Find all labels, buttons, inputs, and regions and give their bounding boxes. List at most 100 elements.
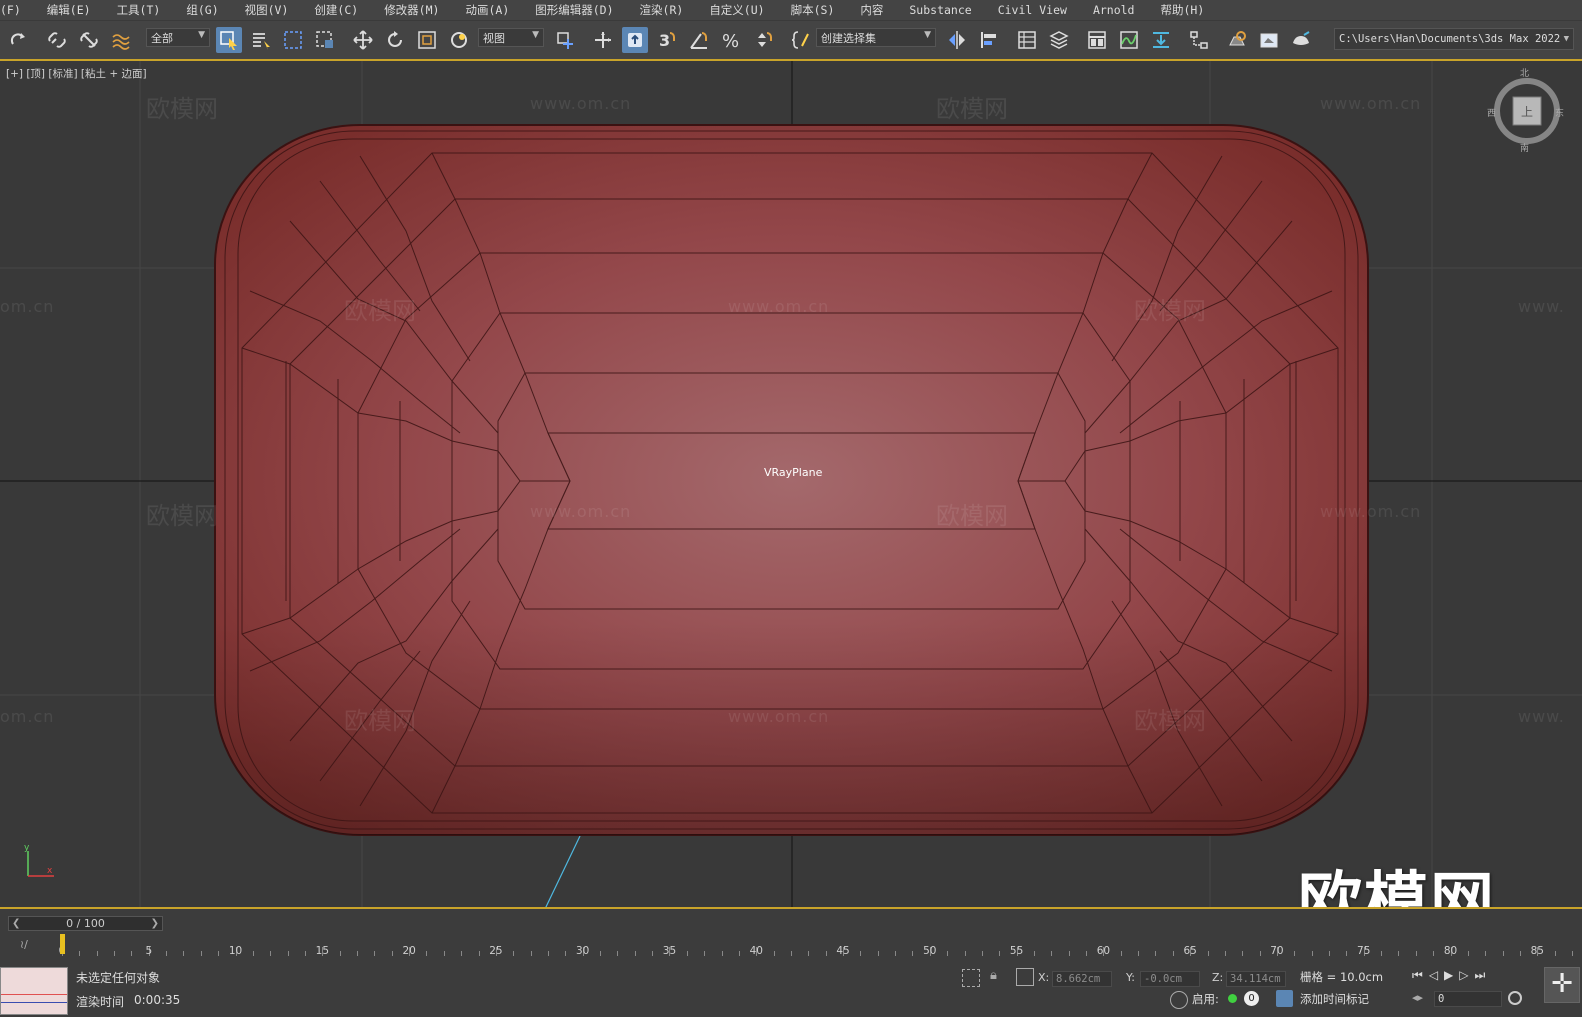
selection-filter-dropdown[interactable]: 全部 ▼ — [146, 28, 210, 47]
mirror-icon[interactable] — [944, 27, 970, 53]
select-manipulate-icon[interactable] — [590, 27, 616, 53]
menu-substance[interactable]: Substance — [896, 3, 984, 17]
schematic-view-icon[interactable] — [1186, 27, 1212, 53]
ruler-tick — [357, 951, 359, 956]
ruler-tick — [1207, 951, 1209, 956]
move-icon[interactable] — [350, 27, 376, 53]
time-config-icon[interactable] — [1508, 991, 1522, 1005]
menu-edit[interactable]: 编辑(E) — [34, 2, 104, 18]
menu-group[interactable]: 组(G) — [173, 2, 231, 18]
select-object-button[interactable] — [216, 27, 242, 53]
bind-space-warp-icon[interactable] — [108, 27, 134, 53]
chevron-right-icon[interactable]: ❯ — [151, 917, 159, 931]
time-tag-icon[interactable] — [1276, 990, 1293, 1007]
menu-customize[interactable]: 自定义(U) — [696, 2, 777, 18]
current-frame-field[interactable]: 0 — [1434, 991, 1502, 1007]
absolute-mode-icon[interactable] — [1016, 968, 1034, 986]
align-icon[interactable] — [976, 27, 1002, 53]
render-setup-icon[interactable] — [1224, 27, 1250, 53]
curve-editor-mini-icon[interactable]: ≀∕ — [20, 938, 28, 951]
menu-civil-view[interactable]: Civil View — [985, 3, 1080, 17]
viewport-label[interactable]: [+] [顶] [标准] [粘土 + 边面] — [6, 66, 147, 81]
menu-create[interactable]: 创建(C) — [301, 2, 371, 18]
svg-text:y: y — [24, 843, 30, 853]
menu-file[interactable]: (F) — [0, 3, 34, 17]
menu-arnold[interactable]: Arnold — [1080, 3, 1148, 17]
watermark-url: om.cn — [0, 707, 55, 726]
ruler-tick — [339, 951, 341, 956]
current-frame-marker[interactable] — [60, 934, 65, 954]
add-time-tag[interactable]: 添加时间标记 — [1300, 991, 1369, 1007]
go-to-end-icon[interactable]: ⏭ — [1475, 968, 1492, 982]
zoom-extents-icon[interactable]: ✛ — [1544, 967, 1580, 1003]
enable-count-badge[interactable]: 0 — [1244, 991, 1259, 1006]
svg-text:东: 东 — [1555, 107, 1564, 119]
z-coordinate-field[interactable]: 34.114cm — [1226, 971, 1286, 987]
ruler-tick — [1433, 951, 1435, 956]
ruler-tick — [1502, 951, 1504, 956]
scale-icon[interactable] — [414, 27, 440, 53]
svg-text:3: 3 — [659, 31, 670, 50]
dope-sheet-icon[interactable] — [1148, 27, 1174, 53]
isolate-selection-icon[interactable] — [962, 969, 980, 987]
previous-frame-icon[interactable]: ◁ — [1429, 968, 1444, 982]
menu-modifiers[interactable]: 修改器(M) — [371, 2, 452, 18]
project-folder-path[interactable]: C:\Users\Han\Documents\3ds Max 2022 ▼ — [1334, 28, 1574, 50]
redo-icon[interactable] — [6, 27, 32, 53]
watermark: 欧模网 — [146, 95, 218, 123]
watermark: 欧模网 — [146, 502, 218, 530]
menu-scripting[interactable]: 脚本(S) — [778, 2, 848, 18]
ruler-tick-label: 30 — [576, 945, 590, 957]
rotate-icon[interactable] — [382, 27, 408, 53]
play-icon[interactable]: ▶ — [1444, 968, 1459, 982]
menu-animation[interactable]: 动画(A) — [452, 2, 522, 18]
ruler-tick-label: 60 — [1096, 945, 1111, 957]
time-slider[interactable]: ❮ 0 / 100 ❯ — [8, 916, 163, 931]
adaptive-degradation-icon[interactable] — [1170, 991, 1188, 1009]
ruler-tick — [617, 951, 619, 956]
svg-text:北: 北 — [1520, 68, 1529, 79]
layer-explorer-icon[interactable] — [1046, 27, 1072, 53]
maxscript-listener-mini[interactable] — [0, 967, 68, 1015]
reference-coordinate-dropdown[interactable]: 视图 ▼ — [478, 28, 544, 47]
link-icon[interactable] — [44, 27, 70, 53]
menu-rendering[interactable]: 渲染(R) — [627, 2, 697, 18]
menu-content[interactable]: 内容 — [847, 2, 896, 18]
key-mode-icon[interactable]: ◂▸ — [1412, 991, 1423, 1004]
top-viewport[interactable]: [+] [顶] [标准] [粘土 + 边面] y x 上 北 南 东 西 VRa… — [0, 59, 1582, 907]
viewcube[interactable]: 上 北 南 东 西 — [1487, 68, 1564, 154]
menu-help[interactable]: 帮助(H) — [1147, 2, 1217, 18]
render-production-icon[interactable] — [1288, 27, 1314, 53]
scene-explorer-icon[interactable] — [1014, 27, 1040, 53]
snaps-toggle-icon[interactable]: 3 — [654, 27, 680, 53]
keyboard-shortcut-override-button[interactable] — [622, 27, 648, 53]
pivot-center-icon[interactable] — [552, 27, 578, 53]
ruler-tick — [1033, 951, 1035, 956]
ruler-tick-label: 65 — [1183, 945, 1197, 957]
select-by-name-icon[interactable] — [248, 27, 274, 53]
angle-snap-icon[interactable] — [686, 27, 712, 53]
go-to-start-icon[interactable]: ⏮ — [1412, 968, 1429, 982]
placement-icon[interactable] — [446, 27, 472, 53]
chevron-left-icon[interactable]: ❮ — [12, 917, 20, 931]
next-frame-icon[interactable]: ▷ — [1459, 968, 1474, 982]
percent-snap-icon[interactable]: % — [718, 27, 744, 53]
menu-graph-editors[interactable]: 图形编辑器(D) — [522, 2, 626, 18]
curve-editor-icon[interactable] — [1116, 27, 1142, 53]
ruler-tick-label: 35 — [662, 945, 677, 957]
ruler-tick — [565, 951, 567, 956]
y-coordinate-field[interactable]: -0.0cm — [1140, 971, 1200, 987]
menu-view[interactable]: 视图(V) — [232, 2, 302, 18]
menu-tools[interactable]: 工具(T) — [104, 2, 174, 18]
toggle-ribbon-icon[interactable] — [1084, 27, 1110, 53]
x-coordinate-field[interactable]: 8.662cm — [1052, 971, 1112, 987]
time-ruler[interactable]: 0510152025303540455055606570758085 — [59, 934, 1573, 962]
unlink-icon[interactable] — [76, 27, 102, 53]
rect-selection-region-icon[interactable] — [280, 27, 306, 53]
lock-icon[interactable]: 🔒︎ — [990, 968, 997, 983]
rendered-frame-window-icon[interactable] — [1256, 27, 1282, 53]
named-selection-set-dropdown[interactable]: 创建选择集 ▼ — [816, 28, 936, 47]
window-crossing-icon[interactable] — [312, 27, 338, 53]
spinner-snap-icon[interactable] — [750, 27, 776, 53]
edit-named-selection-icon[interactable] — [788, 27, 814, 53]
